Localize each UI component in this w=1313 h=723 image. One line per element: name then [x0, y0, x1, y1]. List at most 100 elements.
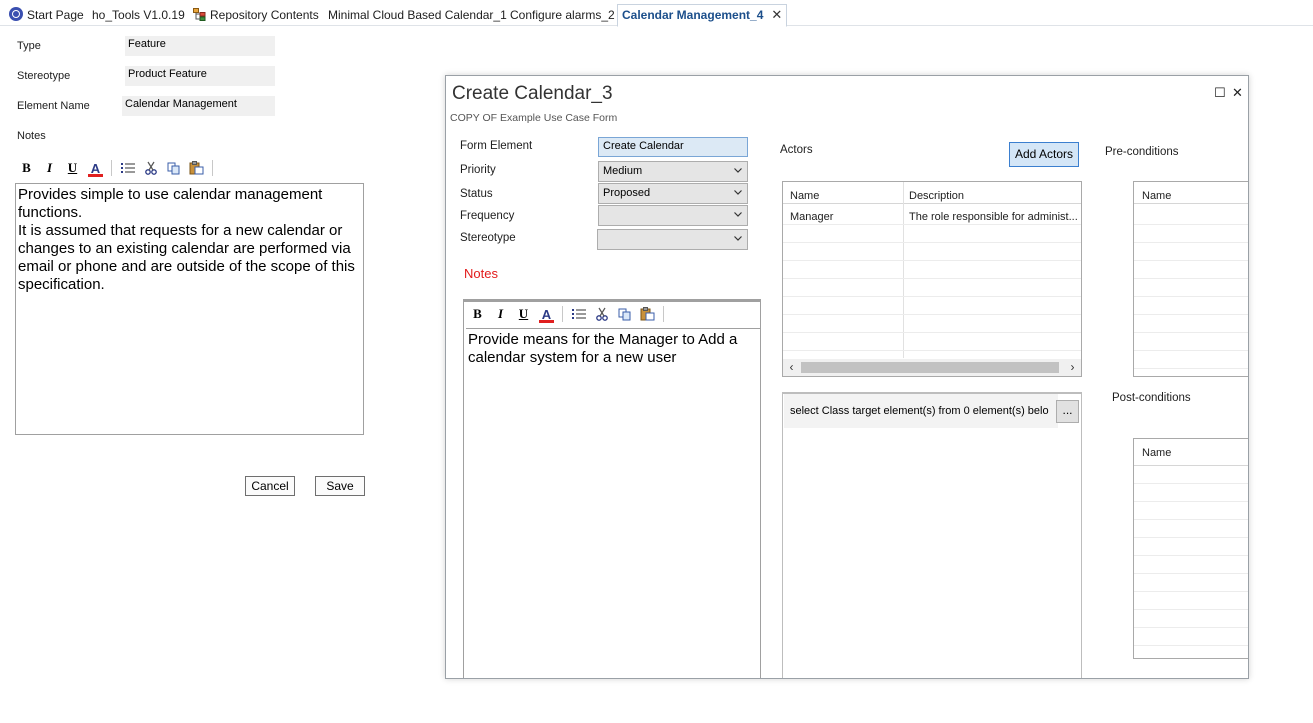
cut-icon[interactable]	[590, 304, 613, 324]
target-element-selector[interactable]: select Class target element(s) from 0 el…	[784, 394, 1058, 428]
maximize-icon[interactable]: ☐	[1214, 85, 1226, 101]
font-color-icon[interactable]: A	[535, 304, 558, 324]
row-divider	[1134, 332, 1248, 333]
preconditions-table: Name	[1133, 181, 1248, 377]
notes-toolbar: B I U A	[15, 157, 217, 179]
status-select[interactable]: Proposed	[598, 183, 748, 204]
dialog-notes-toolbar: B I U A	[466, 303, 668, 325]
row-divider	[1134, 296, 1248, 297]
save-button[interactable]: Save	[315, 476, 365, 496]
tab-label: Minimal Cloud Based Calendar_1	[328, 8, 507, 22]
tab-minimal-cloud-calendar[interactable]: Minimal Cloud Based Calendar_1	[328, 5, 507, 26]
add-actors-button[interactable]: Add Actors	[1009, 142, 1079, 167]
row-divider	[1134, 591, 1248, 592]
close-icon[interactable]: ✕	[771, 7, 782, 22]
bold-icon[interactable]: B	[15, 158, 38, 178]
italic-icon[interactable]: I	[489, 304, 512, 324]
column-header-name[interactable]: Name	[790, 190, 819, 202]
dialog-notes-editor[interactable]: Provide means for the Manager to Add a c…	[466, 328, 760, 678]
create-calendar-dialog: Create Calendar_3 COPY OF Example Use Ca…	[445, 75, 1249, 679]
tab-start-page[interactable]: Start Page	[9, 5, 84, 26]
actor-name-cell: Manager	[790, 211, 834, 223]
row-divider	[783, 296, 1081, 297]
stereotype-field[interactable]: Product Feature	[125, 66, 275, 86]
type-field[interactable]: Feature	[125, 36, 275, 56]
stereotype-select[interactable]	[597, 229, 748, 250]
tab-label: Calendar Management_4	[622, 8, 764, 22]
copy-icon[interactable]	[613, 304, 636, 324]
priority-select[interactable]: Medium	[598, 161, 748, 182]
horizontal-scrollbar[interactable]: ‹ ›	[783, 359, 1081, 376]
form-element-input[interactable]: Create Calendar	[598, 137, 748, 157]
row-divider	[783, 278, 1081, 279]
row-divider	[783, 350, 1081, 351]
chevron-down-icon	[734, 190, 742, 195]
tab-ho-tools[interactable]: ho_Tools V1.0.19	[92, 5, 185, 26]
scrollbar-thumb[interactable]	[801, 362, 1059, 373]
row-divider	[1134, 555, 1248, 556]
paste-icon[interactable]	[636, 304, 659, 324]
copy-icon[interactable]	[162, 158, 185, 178]
header-divider	[783, 203, 1081, 204]
tab-label: Repository Contents	[210, 8, 319, 22]
row-divider	[1134, 519, 1248, 520]
scroll-right-icon[interactable]: ›	[1064, 359, 1081, 376]
toolbar-separator	[562, 306, 563, 322]
start-page-icon	[9, 7, 23, 21]
status-value: Proposed	[603, 187, 651, 199]
browse-button[interactable]: ...	[1056, 400, 1079, 423]
type-label: Type	[17, 40, 41, 52]
tab-calendar-management[interactable]: Calendar Management_4 ✕	[617, 4, 788, 27]
row-divider	[1134, 368, 1248, 369]
bullet-list-icon[interactable]	[567, 304, 590, 324]
frequency-select[interactable]	[598, 205, 748, 226]
postconditions-label: Post-conditions	[1112, 392, 1191, 404]
column-header-description[interactable]: Description	[909, 190, 964, 202]
tab-configure-alarms[interactable]: Configure alarms_2	[510, 5, 615, 26]
row-divider	[783, 224, 1081, 225]
row-divider	[1134, 278, 1248, 279]
stereotype-label: Stereotype	[460, 232, 516, 244]
tab-repository-contents[interactable]: Repository Contents	[193, 5, 319, 26]
underline-icon[interactable]: U	[512, 304, 535, 324]
stereotype-label: Stereotype	[17, 70, 71, 82]
header-divider	[1134, 203, 1248, 204]
tab-label: Start Page	[27, 8, 84, 22]
status-label: Status	[460, 188, 493, 200]
row-divider	[1134, 627, 1248, 628]
cancel-button[interactable]: Cancel	[245, 476, 295, 496]
actors-table: Name Description Manager The role respon…	[782, 181, 1082, 377]
scroll-left-icon[interactable]: ‹	[783, 359, 800, 376]
dialog-title: Create Calendar_3	[452, 83, 613, 104]
cut-icon[interactable]	[139, 158, 162, 178]
row-divider	[1134, 224, 1248, 225]
row-divider	[783, 314, 1081, 315]
paste-icon[interactable]	[185, 158, 208, 178]
tab-label: ho_Tools V1.0.19	[92, 8, 185, 22]
notes-editor[interactable]: Provides simple to use calendar manageme…	[15, 183, 364, 435]
row-divider	[783, 332, 1081, 333]
row-divider	[1134, 573, 1248, 574]
form-element-label: Form Element	[460, 140, 533, 152]
toolbar-separator	[663, 306, 664, 322]
italic-icon[interactable]: I	[38, 158, 61, 178]
element-name-label: Element Name	[17, 100, 90, 112]
column-header-name[interactable]: Name	[1142, 190, 1171, 202]
font-color-icon[interactable]: A	[84, 158, 107, 178]
bold-icon[interactable]: B	[466, 304, 489, 324]
row-divider	[783, 260, 1081, 261]
chevron-down-icon	[734, 168, 742, 173]
row-divider	[1134, 260, 1248, 261]
bullet-list-icon[interactable]	[116, 158, 139, 178]
row-divider	[1134, 314, 1248, 315]
postconditions-table: Name	[1133, 438, 1248, 659]
close-icon[interactable]: ✕	[1232, 85, 1243, 101]
toolbar-separator	[212, 160, 213, 176]
chevron-down-icon	[734, 236, 742, 241]
underline-icon[interactable]: U	[61, 158, 84, 178]
element-name-field[interactable]: Calendar Management	[122, 96, 275, 116]
tab-label: Configure alarms_2	[510, 8, 615, 22]
column-header-name[interactable]: Name	[1142, 447, 1171, 459]
frequency-label: Frequency	[460, 210, 515, 222]
priority-label: Priority	[460, 164, 496, 176]
